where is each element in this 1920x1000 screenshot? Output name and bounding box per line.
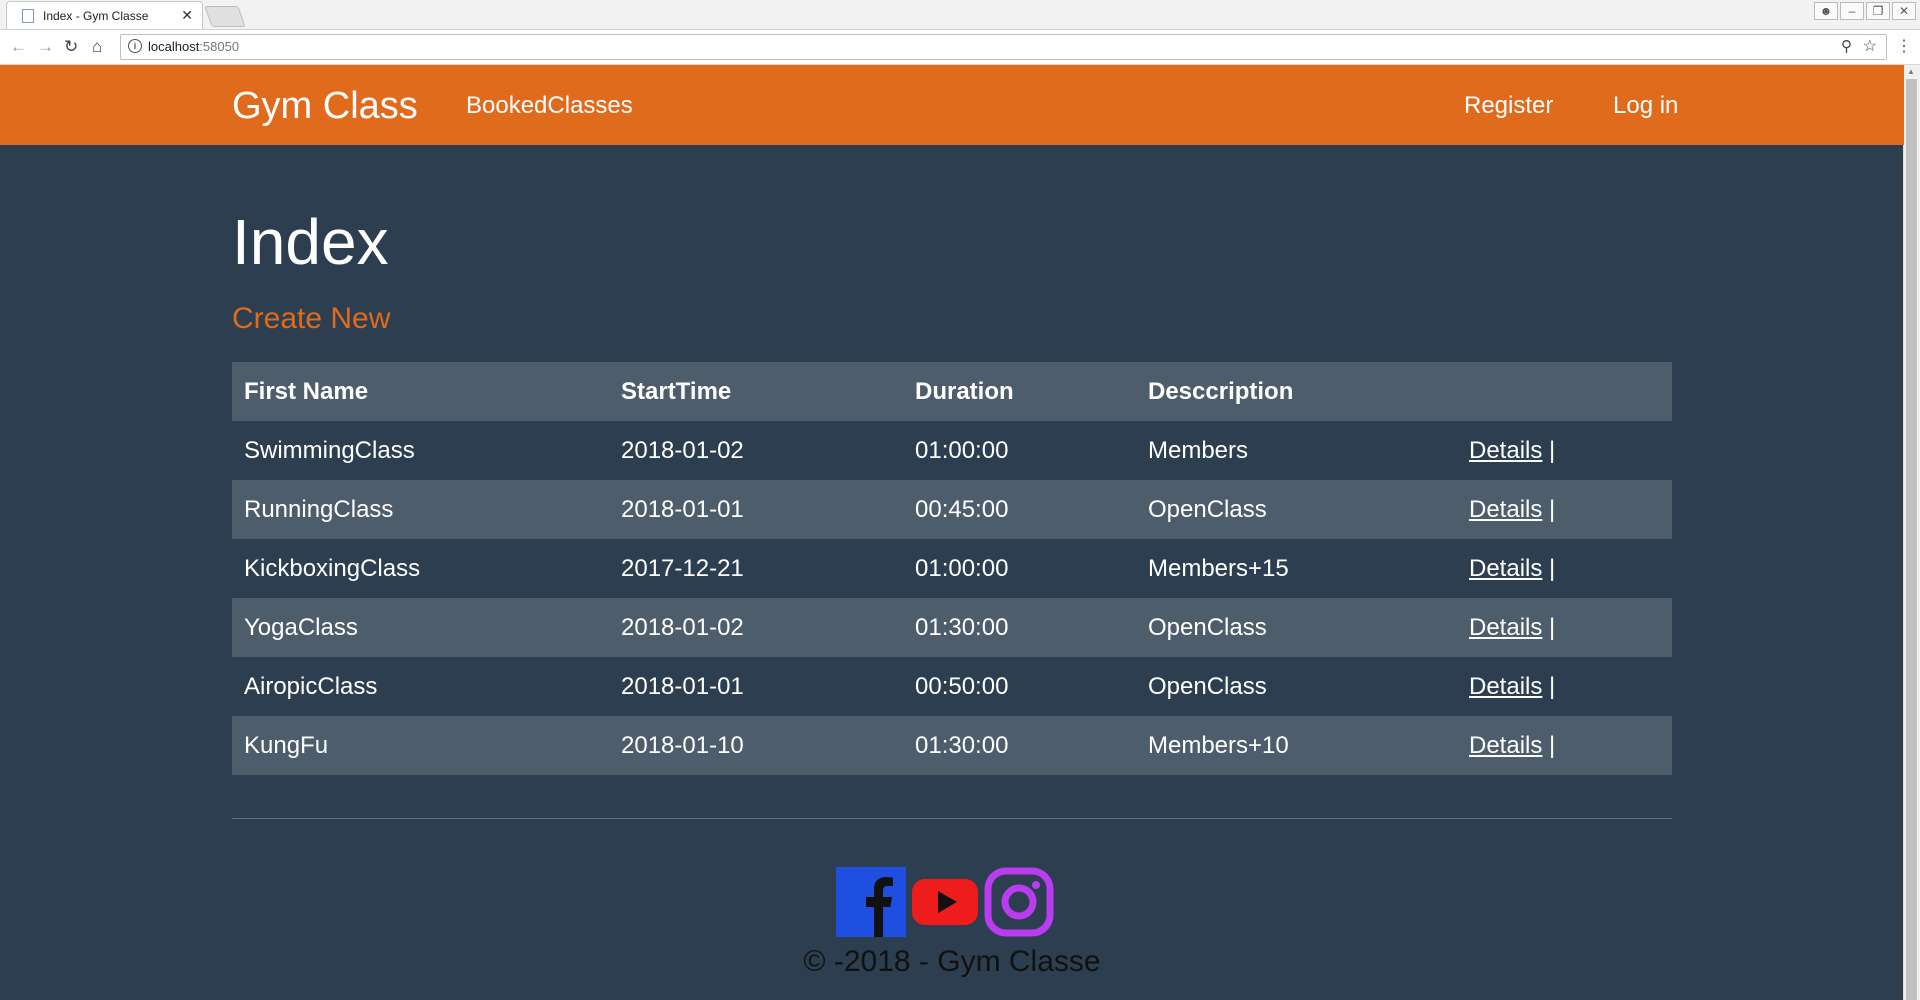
cell-description: OpenClass xyxy=(1136,657,1457,716)
column-header-description: Desccription xyxy=(1136,362,1457,421)
table-row: RunningClass 2018-01-01 00:45:00 OpenCla… xyxy=(232,480,1672,539)
column-header-first-name: First Name xyxy=(232,362,609,421)
footer-divider xyxy=(232,818,1672,819)
tab-title: Index - Gym Classe xyxy=(43,9,149,23)
separator: | xyxy=(1549,554,1556,582)
cell-duration: 01:30:00 xyxy=(903,598,1136,657)
brand-link[interactable]: Gym Class xyxy=(232,85,418,128)
youtube-icon[interactable] xyxy=(910,867,980,937)
cell-duration: 01:00:00 xyxy=(903,421,1136,480)
column-header-actions xyxy=(1457,362,1672,421)
cell-name: AiropicClass xyxy=(232,657,609,716)
cell-start: 2017-12-21 xyxy=(609,539,903,598)
cell-description: Members+15 xyxy=(1136,539,1457,598)
minimize-icon[interactable]: – xyxy=(1840,2,1864,20)
cell-start: 2018-01-01 xyxy=(609,480,903,539)
cell-description: OpenClass xyxy=(1136,480,1457,539)
browser-tab[interactable]: Index - Gym Classe ✕ xyxy=(6,1,203,29)
reload-icon[interactable]: ↻ xyxy=(64,37,78,57)
address-bar[interactable]: i localhost:58050 ⚲ ☆ xyxy=(120,34,1887,60)
cell-actions: Details | xyxy=(1457,716,1672,775)
close-window-icon[interactable]: ✕ xyxy=(1892,2,1916,20)
cell-name: KungFu xyxy=(232,716,609,775)
details-link[interactable]: Details xyxy=(1469,437,1542,464)
cell-duration: 01:30:00 xyxy=(903,716,1136,775)
browser-tab-bar: Index - Gym Classe ✕ ☻ – ❐ ✕ xyxy=(0,0,1920,30)
table-row: KungFu 2018-01-10 01:30:00 Members+10 De… xyxy=(232,716,1672,775)
cell-start: 2018-01-10 xyxy=(609,716,903,775)
table-row: KickboxingClass 2017-12-21 01:00:00 Memb… xyxy=(232,539,1672,598)
cell-actions: Details | xyxy=(1457,480,1672,539)
forward-icon[interactable]: → xyxy=(37,37,54,57)
cell-start: 2018-01-01 xyxy=(609,657,903,716)
separator: | xyxy=(1549,672,1556,700)
cell-description: Members xyxy=(1136,421,1457,480)
info-icon[interactable]: i xyxy=(128,39,142,53)
page-title: Index xyxy=(232,206,389,278)
new-tab-button[interactable] xyxy=(204,6,246,27)
separator: | xyxy=(1549,436,1556,464)
cell-name: SwimmingClass xyxy=(232,421,609,480)
cell-start: 2018-01-02 xyxy=(609,421,903,480)
separator: | xyxy=(1549,731,1556,759)
separator: | xyxy=(1549,495,1556,523)
close-icon[interactable]: ✕ xyxy=(181,7,193,24)
page-scrollbar[interactable]: ▲ xyxy=(1903,65,1920,1000)
details-link[interactable]: Details xyxy=(1469,614,1542,641)
instagram-icon[interactable] xyxy=(984,867,1054,937)
details-link[interactable]: Details xyxy=(1469,555,1542,582)
cell-name: YogaClass xyxy=(232,598,609,657)
table-row: SwimmingClass 2018-01-02 01:00:00 Member… xyxy=(232,421,1672,480)
back-icon[interactable]: ← xyxy=(10,37,27,57)
zoom-icon[interactable]: ⚲ xyxy=(1841,37,1852,55)
cell-name: KickboxingClass xyxy=(232,539,609,598)
restore-icon[interactable]: ❐ xyxy=(1866,2,1890,20)
profile-icon[interactable]: ☻ xyxy=(1814,2,1838,20)
cell-name: RunningClass xyxy=(232,480,609,539)
cell-actions: Details | xyxy=(1457,539,1672,598)
details-link[interactable]: Details xyxy=(1469,673,1542,700)
nav-link-login[interactable]: Log in xyxy=(1613,92,1678,120)
scrollbar-thumb[interactable] xyxy=(1906,79,1917,1000)
nav-link-bookedclasses[interactable]: BookedClasses xyxy=(466,92,633,120)
classes-table: First Name StartTime Duration Desccripti… xyxy=(232,362,1672,775)
cell-actions: Details | xyxy=(1457,598,1672,657)
bookmark-star-icon[interactable]: ☆ xyxy=(1863,36,1877,56)
page-icon xyxy=(22,9,34,23)
cell-actions: Details | xyxy=(1457,657,1672,716)
browser-menu-icon[interactable]: ⋮ xyxy=(1896,36,1912,56)
browser-toolbar: ← → ↻ ⌂ i localhost:58050 ⚲ ☆ ⋮ xyxy=(0,30,1920,65)
column-header-starttime: StartTime xyxy=(609,362,903,421)
table-header-row: First Name StartTime Duration Desccripti… xyxy=(232,362,1672,421)
cell-duration: 00:45:00 xyxy=(903,480,1136,539)
details-link[interactable]: Details xyxy=(1469,496,1542,523)
separator: | xyxy=(1549,613,1556,641)
table-row: AiropicClass 2018-01-01 00:50:00 OpenCla… xyxy=(232,657,1672,716)
url-text: localhost:58050 xyxy=(148,39,240,54)
cell-actions: Details | xyxy=(1457,421,1672,480)
cell-duration: 00:50:00 xyxy=(903,657,1136,716)
create-new-link[interactable]: Create New xyxy=(232,302,390,336)
copyright-text: © -2018 - Gym Classe xyxy=(803,945,1101,978)
site-navbar: Gym Class BookedClasses Register Log in xyxy=(0,65,1904,145)
scroll-up-icon[interactable]: ▲ xyxy=(1907,67,1915,76)
cell-description: OpenClass xyxy=(1136,598,1457,657)
column-header-duration: Duration xyxy=(903,362,1136,421)
home-icon[interactable]: ⌂ xyxy=(92,37,102,57)
cell-duration: 01:00:00 xyxy=(903,539,1136,598)
cell-description: Members+10 xyxy=(1136,716,1457,775)
nav-link-register[interactable]: Register xyxy=(1464,92,1553,120)
table-row: YogaClass 2018-01-02 01:30:00 OpenClass … xyxy=(232,598,1672,657)
details-link[interactable]: Details xyxy=(1469,732,1542,759)
facebook-icon[interactable] xyxy=(836,867,906,937)
cell-start: 2018-01-02 xyxy=(609,598,903,657)
